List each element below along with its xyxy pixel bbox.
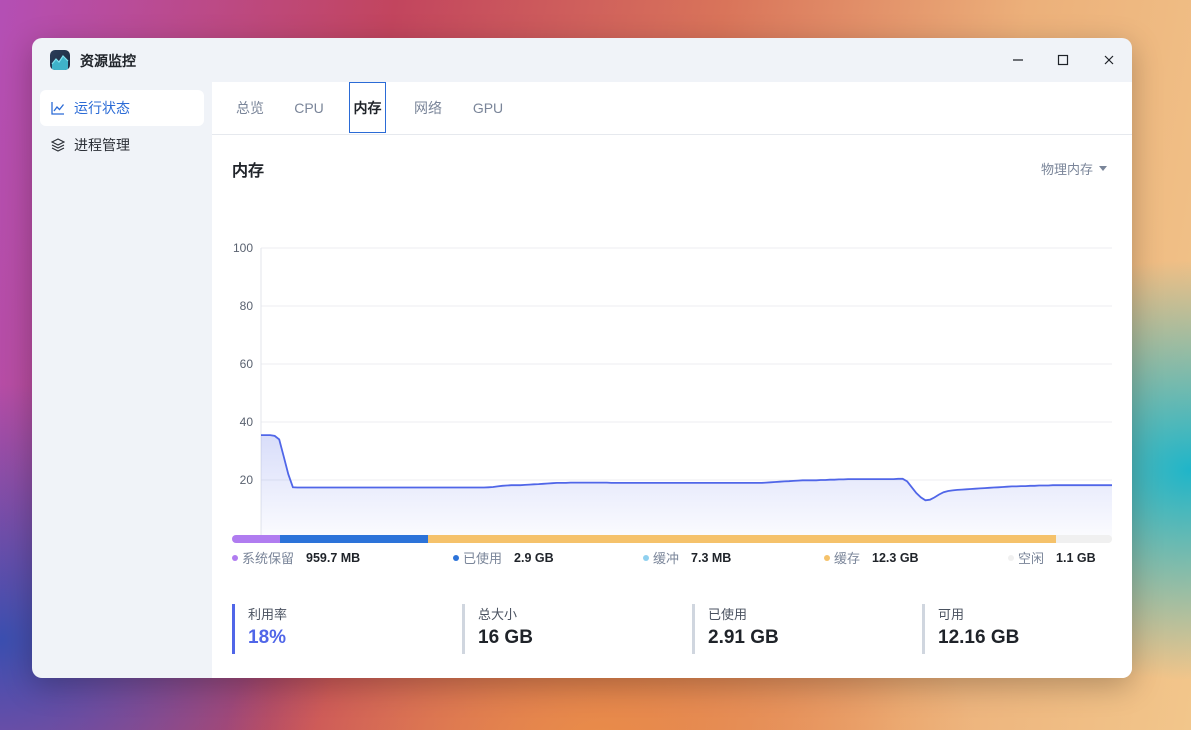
legend-value: 959.7 MB — [306, 550, 361, 565]
legend-label: 缓冲 — [653, 551, 680, 566]
minimize-icon — [1013, 59, 1023, 61]
memory-usage-chart: 100 80 60 40 20 — [233, 241, 1112, 538]
legend-label: 空闲 — [1018, 551, 1045, 566]
title-bar: 资源监控 — [32, 38, 1132, 82]
stat-label: 总大小 — [478, 607, 518, 622]
y-tick-label: 80 — [240, 299, 254, 313]
memory-bar-segment — [428, 535, 1057, 543]
legend-used: 已使用 2.9 GB — [453, 548, 554, 567]
stat-label: 可用 — [938, 607, 965, 622]
close-icon — [1104, 55, 1114, 65]
usage-area — [261, 435, 1112, 538]
y-tick-label: 60 — [240, 357, 254, 371]
memory-composition-bar — [232, 535, 1112, 543]
sidebar-item-process-management[interactable]: 进程管理 — [40, 127, 204, 163]
stat-value: 12.16 GB — [938, 627, 1020, 648]
legend-system-reserved: 系统保留 959.7 MB — [232, 548, 360, 567]
legend-dot — [232, 554, 238, 561]
memory-bar-segment — [280, 535, 428, 543]
legend-value: 12.3 GB — [872, 550, 919, 565]
tab-memory[interactable]: 内存 — [349, 82, 386, 133]
legend-value: 2.9 GB — [514, 550, 554, 565]
legend-label: 缓存 — [834, 551, 861, 566]
y-tick-label: 100 — [233, 241, 253, 255]
memory-bar-segment — [1056, 535, 1112, 543]
legend-dot — [453, 554, 459, 561]
legend-label: 已使用 — [463, 551, 503, 566]
legend-free: 空闲 1.1 GB — [1008, 548, 1096, 567]
stat-label: 已使用 — [708, 607, 748, 622]
app-icon — [50, 50, 70, 70]
maximize-icon — [1057, 54, 1069, 66]
layers-icon — [50, 137, 66, 153]
legend-dot — [824, 554, 830, 561]
main-panel: 总览 CPU 内存 网络 GPU 内存 物理内存 100 80 60 40 20 系统保… — [212, 82, 1132, 678]
memory-type-dropdown[interactable]: 物理内存 — [1041, 159, 1107, 178]
stat-available: 可用 12.16 GB — [922, 604, 1112, 654]
minimize-button[interactable] — [1004, 46, 1032, 74]
line-chart-icon — [50, 100, 66, 116]
memory-bar-segment — [232, 535, 281, 543]
dropdown-value: 物理内存 — [1040, 162, 1093, 177]
tab-overview[interactable]: 总览 — [226, 82, 274, 133]
sidebar-item-label: 进程管理 — [74, 137, 130, 153]
legend-label: 系统保留 — [242, 551, 295, 566]
sidebar-item-label: 运行状态 — [74, 100, 130, 116]
stat-total-size: 总大小 16 GB — [462, 604, 672, 654]
legend-buffer: 缓冲 7.3 MB — [643, 548, 731, 567]
section-title: 内存 — [232, 163, 265, 180]
caret-down-icon — [1099, 166, 1107, 171]
tab-gpu[interactable]: GPU — [466, 82, 510, 133]
legend-dot — [643, 554, 649, 561]
sidebar: 运行状态 进程管理 — [32, 82, 212, 678]
maximize-button[interactable] — [1049, 46, 1077, 74]
stat-label: 利用率 — [248, 607, 288, 622]
close-button[interactable] — [1095, 46, 1123, 74]
app-title: 资源监控 — [80, 53, 136, 69]
y-tick-label: 40 — [240, 415, 254, 429]
legend-value: 1.1 GB — [1056, 550, 1096, 565]
legend-dot — [1008, 554, 1014, 561]
stat-utilization: 利用率 18% — [232, 604, 442, 654]
stat-value: 18% — [248, 627, 287, 648]
stat-used: 已使用 2.91 GB — [692, 604, 902, 654]
sidebar-item-running-status[interactable]: 运行状态 — [40, 90, 204, 126]
stat-value: 2.91 GB — [708, 627, 779, 648]
resource-monitor-window: 资源监控 运行状态 进程管理 总览 CPU 内存 网络 GPU 内存 物理内存 … — [32, 38, 1132, 678]
tab-network[interactable]: 网络 — [404, 82, 452, 133]
y-tick-label: 20 — [240, 473, 254, 487]
stat-value: 16 GB — [478, 627, 533, 648]
legend-cache: 缓存 12.3 GB — [824, 548, 919, 567]
tab-cpu[interactable]: CPU — [287, 82, 331, 133]
legend-value: 7.3 MB — [691, 550, 732, 565]
tab-bar: 总览 CPU 内存 网络 GPU — [212, 82, 1132, 135]
